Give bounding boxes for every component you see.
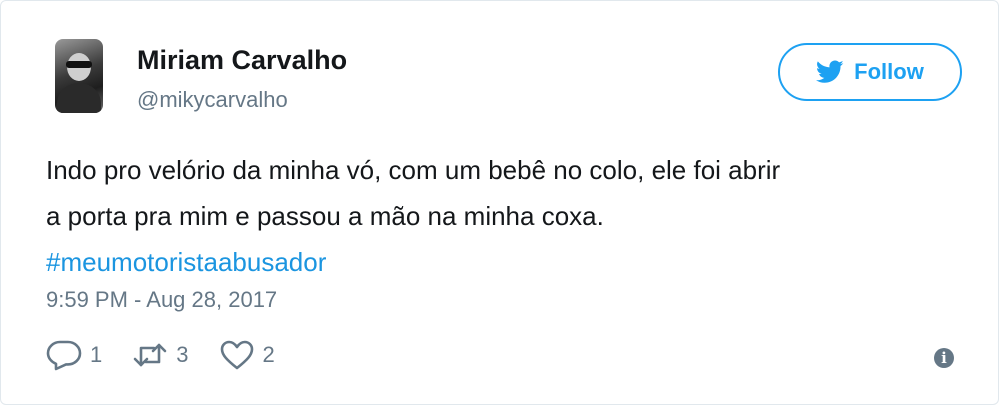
info-icon[interactable]: i	[934, 348, 954, 368]
like-button[interactable]: 2	[219, 339, 275, 371]
heart-icon	[220, 340, 253, 370]
tweet-timestamp[interactable]: 9:59 PM - Aug 28, 2017	[46, 287, 277, 313]
avatar-body	[57, 83, 101, 113]
tweet-text: Indo pro velório da minha vó, com um beb…	[46, 147, 976, 285]
tweet-text-line-1: Indo pro velório da minha vó, com um beb…	[46, 155, 781, 185]
reply-icon	[46, 340, 82, 371]
hashtag-link[interactable]: #meumotoristaabusador	[46, 239, 976, 285]
tweet-card: Miriam Carvalho @mikycarvalho Follow Ind…	[0, 0, 999, 405]
follow-label: Follow	[854, 59, 924, 84]
retweet-button[interactable]: 3	[132, 339, 189, 371]
tweet-actions: 1 3 2	[46, 339, 305, 371]
avatar[interactable]	[55, 39, 103, 113]
retweet-count: 3	[176, 342, 189, 367]
retweet-icon	[133, 343, 167, 367]
reply-count: 1	[90, 342, 103, 367]
follow-button[interactable]: Follow	[778, 43, 962, 101]
bird-icon	[816, 60, 844, 83]
like-count: 2	[262, 342, 275, 367]
reply-button[interactable]: 1	[46, 339, 102, 371]
tweet-text-line-2: a porta pra mim e passou a mão na minha …	[46, 201, 604, 231]
author-handle[interactable]: @mikycarvalho	[137, 87, 288, 113]
avatar-glasses	[66, 61, 92, 68]
author-name[interactable]: Miriam Carvalho	[137, 45, 347, 76]
